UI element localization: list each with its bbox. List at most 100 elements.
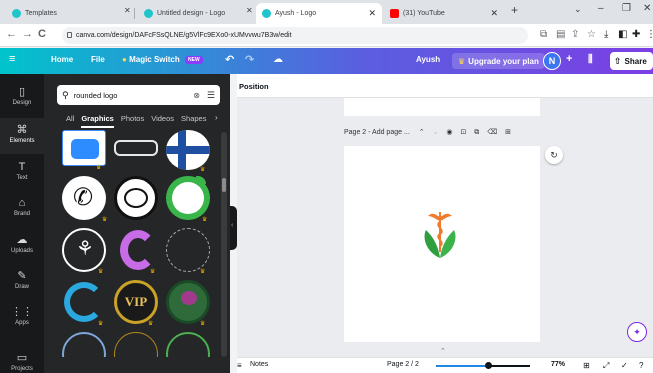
graphic-un-emblem[interactable] [62,332,106,357]
help-icon[interactable]: ? [639,361,643,370]
cloud-saved-icon[interactable]: ☁ [273,54,283,65]
browser-menu-icon[interactable]: ⋮ [646,29,653,40]
redo-icon[interactable]: ↷ [245,53,254,66]
rail-item-elements[interactable]: ⌘ Elements [0,118,44,154]
graphic-phone-circle[interactable]: ✆ [62,176,106,220]
browser-tab-ayush-logo[interactable]: Ayush - Logo ✕ [256,3,382,24]
download-icon[interactable]: ⤓ [604,29,608,40]
add-collaborator-icon[interactable]: + [566,53,572,65]
yoga-figure-icon: ⚘ [76,238,94,260]
rail-item-apps[interactable]: ⋮⋮ Apps [0,300,44,336]
page-2-title[interactable]: Page 2 - Add page ... [344,129,410,136]
menu-icon[interactable]: ≡ [9,53,15,65]
duplicate-page-icon[interactable]: ⧉ [474,129,479,136]
sidepanel-icon[interactable]: ◧ [618,29,627,40]
rail-item-uploads[interactable]: ☁ Uploads [0,228,44,264]
share-page-icon[interactable]: ⇪ [571,29,579,40]
move-page-down-icon[interactable]: ⌄ [433,129,439,136]
magic-switch-button[interactable]: ● Magic Switch NEW [122,55,203,64]
show-pages-chevron-icon[interactable]: ⌃ [440,347,446,355]
restore-window-icon[interactable]: ❐ [622,3,631,14]
zoom-slider-thumb[interactable] [484,362,492,369]
design-owner-name[interactable]: Ayush [416,55,440,64]
check-circle-icon[interactable]: ✓ [621,361,628,370]
close-tab-icon[interactable]: ✕ [368,8,376,19]
search-input[interactable]: ⚲ rounded logo ⊗ ☰ [57,85,220,105]
graphic-polar-bear-circle[interactable] [114,176,158,220]
graphic-thistle-emblem[interactable] [166,280,210,324]
filter-tab-all[interactable]: All [66,114,74,123]
collapse-panel-handle[interactable]: ‹ [230,206,237,250]
screenshot-icon[interactable]: ⧉ [540,29,547,40]
lock-page-icon[interactable]: ⊡ [460,129,466,136]
graphic-vip-gold-badge[interactable]: VIP [114,280,158,324]
url-field[interactable]: canva.com/design/DAFcFSsQLNE/g5VlFc9EXo0… [62,27,528,44]
graphic-zoom-camera-logo[interactable] [62,130,106,166]
panel-scrollbar[interactable] [221,132,227,357]
position-button[interactable]: Position [239,82,269,91]
graphic-blue-crescent-ring[interactable] [62,280,106,324]
page-2-canvas[interactable] [344,146,540,342]
avatar[interactable]: N [543,52,561,70]
caduceus-leaf-logo[interactable] [420,208,460,260]
bookmark-star-icon[interactable]: ☆ [587,29,596,40]
notes-icon[interactable]: ≡ [237,361,242,370]
close-tab-icon[interactable]: ✕ [124,6,131,15]
add-page-icon[interactable]: ⊞ [505,129,511,136]
zoom-slider-track[interactable] [436,365,530,367]
graphic-leaf-ring[interactable] [166,332,210,357]
translate-icon[interactable]: ▤ [556,29,565,40]
filter-scroll-chevron-icon[interactable]: › [215,113,218,122]
graphic-gradient-c-ring[interactable] [114,228,158,272]
close-tab-icon[interactable]: ✕ [490,8,498,19]
filter-tab-videos[interactable]: Videos [151,114,174,123]
crescent-ring-shape [64,282,104,322]
rail-item-draw[interactable]: ✎ Draw [0,264,44,300]
reload-icon[interactable]: C [38,28,46,40]
home-button[interactable]: Home [51,55,73,64]
tab-search-chevron-icon[interactable]: ⌄ [574,4,582,15]
rail-item-brand[interactable]: ⌂ Brand [0,192,44,228]
filter-tab-graphics[interactable]: Graphics [81,114,114,128]
graphic-gold-ring[interactable] [114,332,158,357]
upgrade-plan-button[interactable]: ♛ Upgrade your plan [452,53,545,69]
filter-tab-shapes[interactable]: Shapes [181,114,206,123]
page-1-canvas[interactable] [344,98,540,116]
page-indicator[interactable]: Page 2 / 2 [387,361,419,368]
move-page-up-icon[interactable]: ⌃ [419,129,425,136]
back-arrow-icon[interactable]: ← [6,28,17,40]
extension-pin-icon[interactable]: ✚ [632,29,640,40]
notes-button[interactable]: Notes [250,361,268,368]
share-button[interactable]: ⇧ Share [610,52,653,70]
delete-page-icon[interactable]: ⌫ [487,129,497,136]
panel-scrollbar-thumb[interactable] [222,178,226,192]
graphic-yoga-figure-circle[interactable]: ⚘ [62,228,106,272]
new-tab-button[interactable]: + [511,3,518,17]
grid-view-icon[interactable]: ⊞ [583,361,590,370]
filter-sliders-icon[interactable]: ☰ [207,90,215,101]
file-menu-button[interactable]: File [91,55,105,64]
undo-icon[interactable]: ↶ [225,53,234,66]
refresh-page-button[interactable]: ↻ [545,146,563,164]
rail-item-text[interactable]: T Text [0,156,44,192]
clear-search-icon[interactable]: ⊗ [193,91,200,100]
graphic-green-leaf-circle[interactable] [166,176,210,220]
magic-assistant-button[interactable]: ✦ [627,322,647,342]
rail-item-design[interactable]: ▯ Design [0,80,44,116]
graphic-finland-flag-circle[interactable] [166,130,210,170]
close-window-icon[interactable]: ✕ [643,3,651,14]
browser-tab-templates[interactable]: Templates [6,3,118,24]
graphic-rounded-rectangle-frame[interactable] [114,140,158,156]
graphic-floral-wreath-circle[interactable] [166,228,210,272]
filter-tab-photos[interactable]: Photos [121,114,144,123]
forward-arrow-icon[interactable]: → [22,28,33,40]
fullscreen-icon[interactable]: ⤢ [603,361,609,371]
analytics-icon[interactable]: ⫼ [588,54,593,65]
hide-page-icon[interactable]: ◉ [446,129,452,136]
browser-tab-youtube[interactable]: (31) YouTube ✕ [384,3,504,24]
browser-tab-untitled-design[interactable]: Untitled design - Logo [138,3,250,24]
zoom-level[interactable]: 77% [551,361,565,368]
close-tab-icon[interactable]: ✕ [246,6,253,15]
rail-item-projects[interactable]: ▭ Projects [0,346,44,373]
minimize-window-icon[interactable]: – [598,3,604,14]
